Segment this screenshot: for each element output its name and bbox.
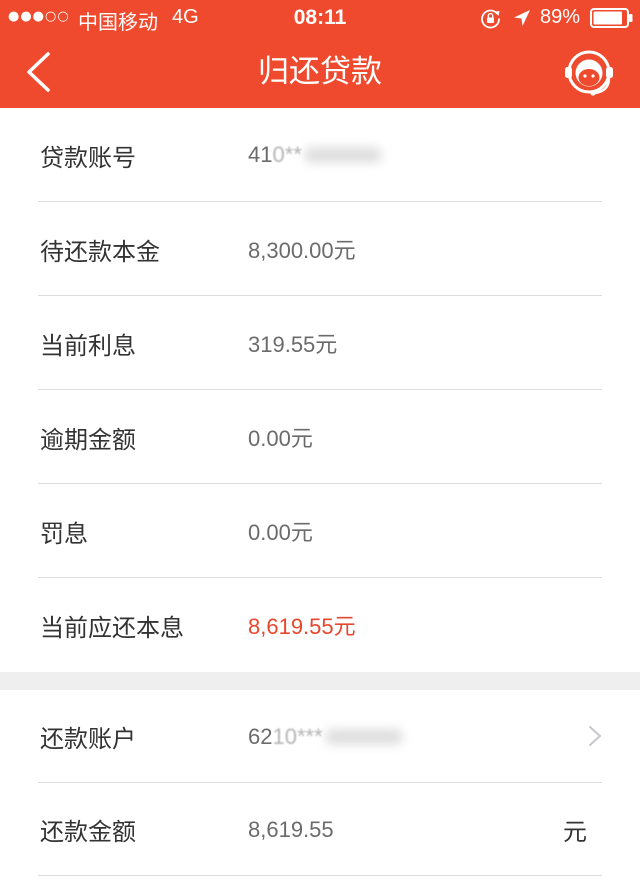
loan-info-group: 贷款账号 41 0** 待还款本金 8,300.00元 当前利息 319.55元 … — [0, 108, 640, 672]
interest-value: 319.55元 — [248, 332, 338, 357]
principal-row: 待还款本金 8,300.00元 — [0, 202, 640, 296]
section-gap — [0, 672, 640, 690]
loan-account-value: 41 0** — [248, 108, 382, 202]
chevron-left-icon[interactable] — [24, 51, 54, 93]
penalty-interest-value: 0.00元 — [248, 520, 313, 545]
overdue-amount-row: 逾期金额 0.00元 — [0, 390, 640, 484]
total-due-row: 当前应还本息 8,619.55元 — [0, 578, 640, 672]
row-divider — [38, 875, 602, 876]
row-label: 罚息 — [40, 520, 88, 548]
repayment-account-row[interactable]: 还款账户 62 10*** — [0, 690, 640, 783]
repayment-account-value: 62 10*** — [248, 690, 403, 783]
rotation-lock-icon — [481, 9, 500, 29]
total-due-value: 8,619.55元 — [248, 614, 356, 639]
status-bar: ●●●○○ 中国移动 4G 08:11 89% — [0, 0, 640, 36]
masked-digits-blur — [324, 728, 403, 745]
signal-strength: ●●●○○ — [8, 9, 70, 24]
row-label: 当前应还本息 — [40, 614, 184, 642]
overdue-amount-value: 0.00元 — [248, 426, 313, 451]
battery-level-fill — [593, 11, 622, 25]
network-type: 4G — [172, 6, 199, 28]
row-label: 当前利息 — [40, 332, 136, 360]
repayment-amount-input[interactable] — [248, 816, 528, 843]
currency-unit: 元 — [563, 819, 587, 846]
principal-value: 8,300.00元 — [248, 238, 356, 263]
account-number-masked: 10*** — [272, 723, 323, 749]
app-header: ●●●○○ 中国移动 4G 08:11 89% 归还贷款 — [0, 0, 640, 108]
repayment-amount-row: 还款金额 元 — [0, 783, 640, 876]
row-label: 贷款账号 — [40, 144, 136, 172]
location-arrow-icon — [514, 10, 530, 26]
row-label: 待还款本金 — [40, 238, 160, 266]
account-number-masked: 0** — [272, 142, 302, 167]
carrier-name: 中国移动 — [78, 12, 158, 34]
interest-row: 当前利息 319.55元 — [0, 296, 640, 390]
loan-account-row: 贷款账号 41 0** — [0, 108, 640, 202]
page-title: 归还贷款 — [258, 54, 382, 89]
row-label: 还款账户 — [40, 726, 136, 753]
masked-digits-blur — [303, 147, 382, 163]
penalty-interest-row: 罚息 0.00元 — [0, 484, 640, 578]
row-label: 还款金额 — [40, 819, 136, 846]
customer-service-icon[interactable] — [563, 46, 615, 98]
chevron-right-icon[interactable] — [588, 725, 602, 747]
account-number-visible: 41 — [248, 142, 273, 167]
battery-icon — [590, 8, 633, 28]
repayment-amount-wrap — [248, 783, 528, 876]
repayment-group: 还款账户 6210*** 还款金额 元 — [0, 690, 640, 876]
row-label: 逾期金额 — [40, 426, 136, 454]
battery-percent: 89% — [540, 6, 581, 28]
account-number-visible: 62 — [248, 723, 273, 749]
nav-bar: 归还贷款 — [0, 36, 640, 108]
